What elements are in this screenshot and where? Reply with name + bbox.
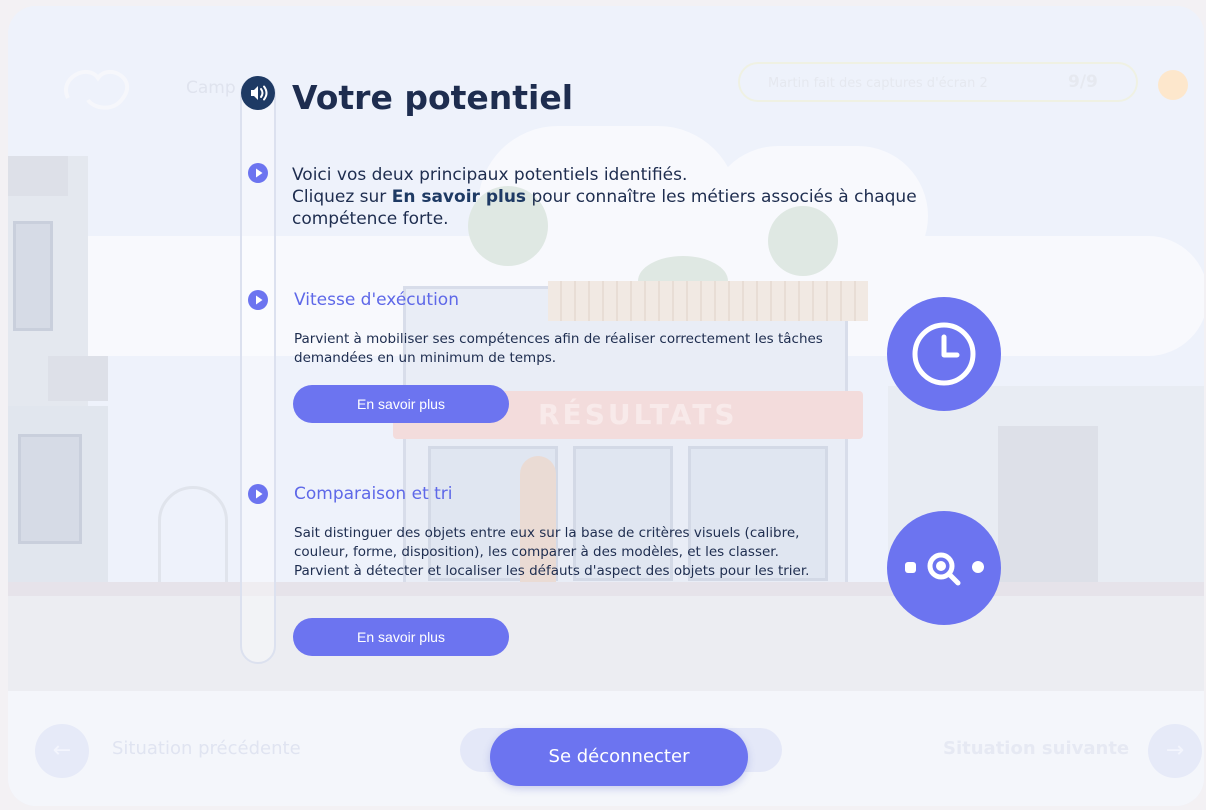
magnifier-glyph: [905, 552, 984, 586]
user-name: Martin fait des captures d'écran 2: [768, 76, 988, 91]
campaign-label: Camp: [186, 78, 236, 98]
play-icon[interactable]: [248, 484, 268, 504]
building-left-top: [8, 156, 68, 196]
learn-more-button[interactable]: En savoir plus: [293, 618, 509, 656]
learn-more-button[interactable]: En savoir plus: [293, 385, 509, 423]
cloud: [968, 236, 1204, 356]
play-glyph: [256, 168, 263, 178]
previous-situation-label[interactable]: Situation précédente: [112, 738, 301, 759]
play-icon[interactable]: [248, 290, 268, 310]
play-icon[interactable]: [248, 163, 268, 183]
building-window: [18, 434, 82, 544]
next-situation-button[interactable]: →: [1148, 724, 1202, 778]
skill-description: Parvient à mobiliser ses compétences afi…: [294, 331, 823, 366]
street: [8, 596, 1204, 691]
intro-prefix: Cliquez sur: [292, 187, 392, 207]
building-left-sign: [48, 356, 108, 401]
speaker-icon[interactable]: [241, 76, 275, 110]
intro-line-2: Cliquez sur En savoir plus pour connaîtr…: [292, 186, 992, 230]
clock-icon: [887, 297, 1001, 411]
intro-text: Voici vos deux principaux potentiels ide…: [292, 164, 992, 230]
previous-situation-button[interactable]: ←: [35, 724, 89, 778]
logout-icon[interactable]: [1158, 70, 1188, 100]
fence: [548, 281, 868, 321]
background-scene: RÉSULTATS: [8, 6, 1204, 806]
play-glyph: [256, 489, 263, 499]
gate: [158, 486, 228, 586]
shop-sign: RÉSULTATS: [538, 398, 738, 431]
eva-logo: [64, 70, 130, 110]
play-glyph: [256, 295, 263, 305]
progress-count: 9/9: [1068, 72, 1098, 92]
next-situation-label[interactable]: Situation suivante: [943, 738, 1129, 759]
skill-title: Vitesse d'exécution: [294, 290, 459, 310]
skill-description: Sait distinguer des objets entre eux sur…: [294, 525, 810, 579]
skill-title: Comparaison et tri: [294, 484, 453, 504]
building-window: [13, 221, 53, 331]
app-frame: RÉSULTATS Camp Martin fait des captures …: [8, 6, 1204, 806]
clock-glyph: [912, 322, 976, 386]
logout-button[interactable]: Se déconnecter: [490, 728, 748, 786]
page-title: Votre potentiel: [292, 78, 574, 117]
speaker-glyph: [251, 85, 268, 101]
intro-bold: En savoir plus: [391, 187, 527, 207]
magnifier-icon: [887, 511, 1001, 625]
intro-line-1: Voici vos deux principaux potentiels ide…: [292, 165, 688, 185]
building-right-block: [998, 426, 1098, 586]
